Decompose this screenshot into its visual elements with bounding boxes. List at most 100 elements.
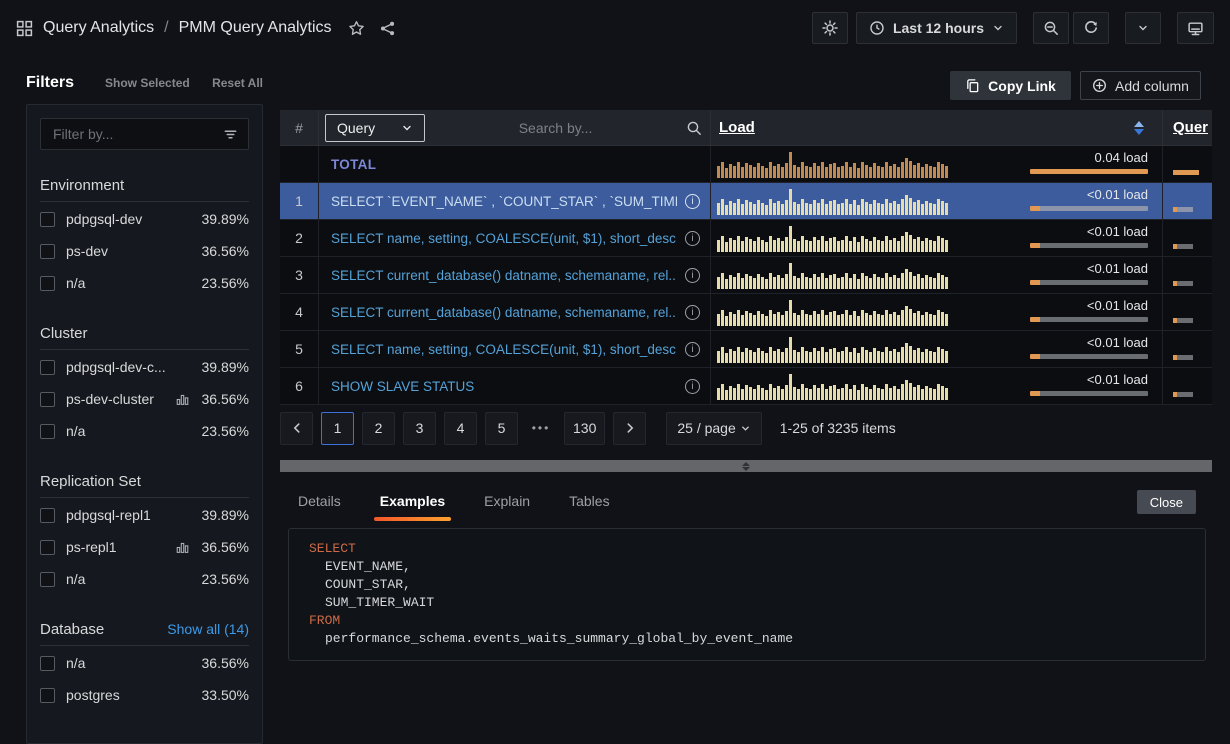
query-cell[interactable]: TOTAL xyxy=(318,146,710,182)
checkbox[interactable] xyxy=(40,572,55,587)
query-count-bar xyxy=(1173,281,1193,286)
info-icon[interactable]: i xyxy=(685,305,700,320)
filter-item[interactable]: ps-repl136.56% xyxy=(40,532,249,562)
filter-item[interactable]: pdpgsql-dev-c...39.89% xyxy=(40,352,249,382)
bar-chart-icon[interactable] xyxy=(176,541,189,554)
kiosk-mode-button[interactable] xyxy=(1177,12,1214,44)
filter-item[interactable]: n/a36.56% xyxy=(40,648,249,678)
filter-item[interactable]: ps-dev36.56% xyxy=(40,236,249,266)
filter-search-input[interactable] xyxy=(51,125,215,143)
pagination-page-130[interactable]: 130 xyxy=(564,412,605,445)
filter-item-label: ps-repl1 xyxy=(66,539,165,555)
close-button[interactable]: Close xyxy=(1137,490,1196,514)
page-size-label: 25 / page xyxy=(677,420,735,436)
apps-grid-icon[interactable] xyxy=(16,20,33,37)
checkbox[interactable] xyxy=(40,424,55,439)
checkbox[interactable] xyxy=(40,688,55,703)
query-text[interactable]: SELECT `EVENT_NAME` , `COUNT_STAR` , `SU… xyxy=(331,194,677,209)
query-cell[interactable]: SELECT `EVENT_NAME` , `COUNT_STAR` , `SU… xyxy=(318,183,710,219)
query-cell[interactable]: SELECT name, setting, COALESCE(unit, $1)… xyxy=(318,220,710,256)
details-resize-handle[interactable] xyxy=(280,460,1212,472)
load-header-label[interactable]: Load xyxy=(719,119,755,136)
pagination-ellipsis[interactable]: ••• xyxy=(526,421,556,435)
filter-group: Replication Setpdpgsql-repl139.89%ps-rep… xyxy=(40,473,249,594)
reset-all-link[interactable]: Reset All xyxy=(212,76,263,90)
filter-item[interactable]: n/a23.56% xyxy=(40,564,249,594)
load-sparkline xyxy=(717,374,949,400)
table-row[interactable]: 1SELECT `EVENT_NAME` , `COUNT_STAR` , `S… xyxy=(280,183,1212,220)
checkbox[interactable] xyxy=(40,276,55,291)
tab-examples[interactable]: Examples xyxy=(378,483,447,521)
table-row[interactable]: 3SELECT current_database() datname, sche… xyxy=(280,257,1212,294)
query-text[interactable]: SELECT name, setting, COALESCE(unit, $1)… xyxy=(331,342,677,357)
time-range-picker[interactable]: Last 12 hours xyxy=(856,12,1017,44)
info-icon[interactable]: i xyxy=(685,379,700,394)
dashboard-settings-button[interactable] xyxy=(812,12,848,44)
table-row[interactable]: 5SELECT name, setting, COALESCE(unit, $1… xyxy=(280,331,1212,368)
pagination-prev-button[interactable] xyxy=(280,412,313,445)
breadcrumb-section[interactable]: Query Analytics xyxy=(43,19,154,37)
pagination-page-3[interactable]: 3 xyxy=(403,412,436,445)
tab-explain[interactable]: Explain xyxy=(482,483,532,521)
filter-item[interactable]: n/a23.56% xyxy=(40,268,249,298)
dimension-selector[interactable]: Query xyxy=(325,114,425,142)
tab-tables[interactable]: Tables xyxy=(567,483,611,521)
query-search-input[interactable] xyxy=(431,119,680,137)
pagination-page-4[interactable]: 4 xyxy=(444,412,477,445)
star-icon[interactable] xyxy=(348,20,365,37)
info-icon[interactable]: i xyxy=(685,268,700,283)
checkbox[interactable] xyxy=(40,392,55,407)
filter-item-percentage: 39.89% xyxy=(202,507,249,523)
info-icon[interactable]: i xyxy=(685,194,700,209)
tab-details[interactable]: Details xyxy=(296,483,343,521)
checkbox[interactable] xyxy=(40,508,55,523)
query-text[interactable]: SHOW SLAVE STATUS xyxy=(331,379,677,394)
filter-item[interactable]: pdpgsql-repl139.89% xyxy=(40,500,249,530)
add-column-button[interactable]: Add column xyxy=(1080,71,1201,100)
table-row[interactable]: 2SELECT name, setting, COALESCE(unit, $1… xyxy=(280,220,1212,257)
pagination-page-5[interactable]: 5 xyxy=(485,412,518,445)
search-icon[interactable] xyxy=(686,120,702,136)
query-cell[interactable]: SELECT name, setting, COALESCE(unit, $1)… xyxy=(318,331,710,367)
breadcrumb: Query Analytics / PMM Query Analytics xyxy=(16,19,396,37)
filter-item-label: ps-dev-cluster xyxy=(66,391,165,407)
show-all-link[interactable]: Show all (14) xyxy=(167,621,249,637)
filter-item[interactable]: postgres33.50% xyxy=(40,680,249,710)
refresh-button[interactable] xyxy=(1073,12,1109,44)
share-icon[interactable] xyxy=(379,20,396,37)
bar-chart-icon[interactable] xyxy=(176,393,189,406)
query-text[interactable]: TOTAL xyxy=(331,157,700,172)
checkbox[interactable] xyxy=(40,656,55,671)
checkbox[interactable] xyxy=(40,244,55,259)
pagination-page-1[interactable]: 1 xyxy=(321,412,354,445)
pagination-next-button[interactable] xyxy=(613,412,646,445)
refresh-interval-dropdown[interactable] xyxy=(1125,12,1161,44)
filter-item[interactable]: n/a23.56% xyxy=(40,416,249,446)
time-range-label: Last 12 hours xyxy=(893,20,984,36)
filter-item[interactable]: ps-dev-cluster36.56% xyxy=(40,384,249,414)
query-cell[interactable]: SHOW SLAVE STATUS i xyxy=(318,368,710,404)
query-text[interactable]: SELECT current_database() datname, schem… xyxy=(331,268,677,283)
table-row[interactable]: 4SELECT current_database() datname, sche… xyxy=(280,294,1212,331)
pagination-page-2[interactable]: 2 xyxy=(362,412,395,445)
table-row[interactable]: TOTAL0.04 load xyxy=(280,146,1212,183)
show-selected-link[interactable]: Show Selected xyxy=(105,76,190,90)
query-cell[interactable]: SELECT current_database() datname, schem… xyxy=(318,294,710,330)
filter-item[interactable]: pdpgsql-dev39.89% xyxy=(40,204,249,234)
copy-link-button[interactable]: Copy Link xyxy=(950,71,1071,100)
info-icon[interactable]: i xyxy=(685,231,700,246)
query-count-cell xyxy=(1162,368,1212,404)
sort-icon[interactable] xyxy=(1134,121,1144,135)
zoom-out-button[interactable] xyxy=(1033,12,1069,44)
query-cell[interactable]: SELECT current_database() datname, schem… xyxy=(318,257,710,293)
query-count-header-label[interactable]: Quer xyxy=(1173,119,1208,136)
checkbox[interactable] xyxy=(40,540,55,555)
query-text[interactable]: SELECT current_database() datname, schem… xyxy=(331,305,677,320)
checkbox[interactable] xyxy=(40,212,55,227)
page-size-select[interactable]: 25 / page xyxy=(666,412,761,445)
query-text[interactable]: SELECT name, setting, COALESCE(unit, $1)… xyxy=(331,231,677,246)
checkbox[interactable] xyxy=(40,360,55,375)
info-icon[interactable]: i xyxy=(685,342,700,357)
details-tabs: Details Examples Explain Tables Close xyxy=(280,484,1212,520)
table-row[interactable]: 6SHOW SLAVE STATUSi<0.01 load xyxy=(280,368,1212,405)
